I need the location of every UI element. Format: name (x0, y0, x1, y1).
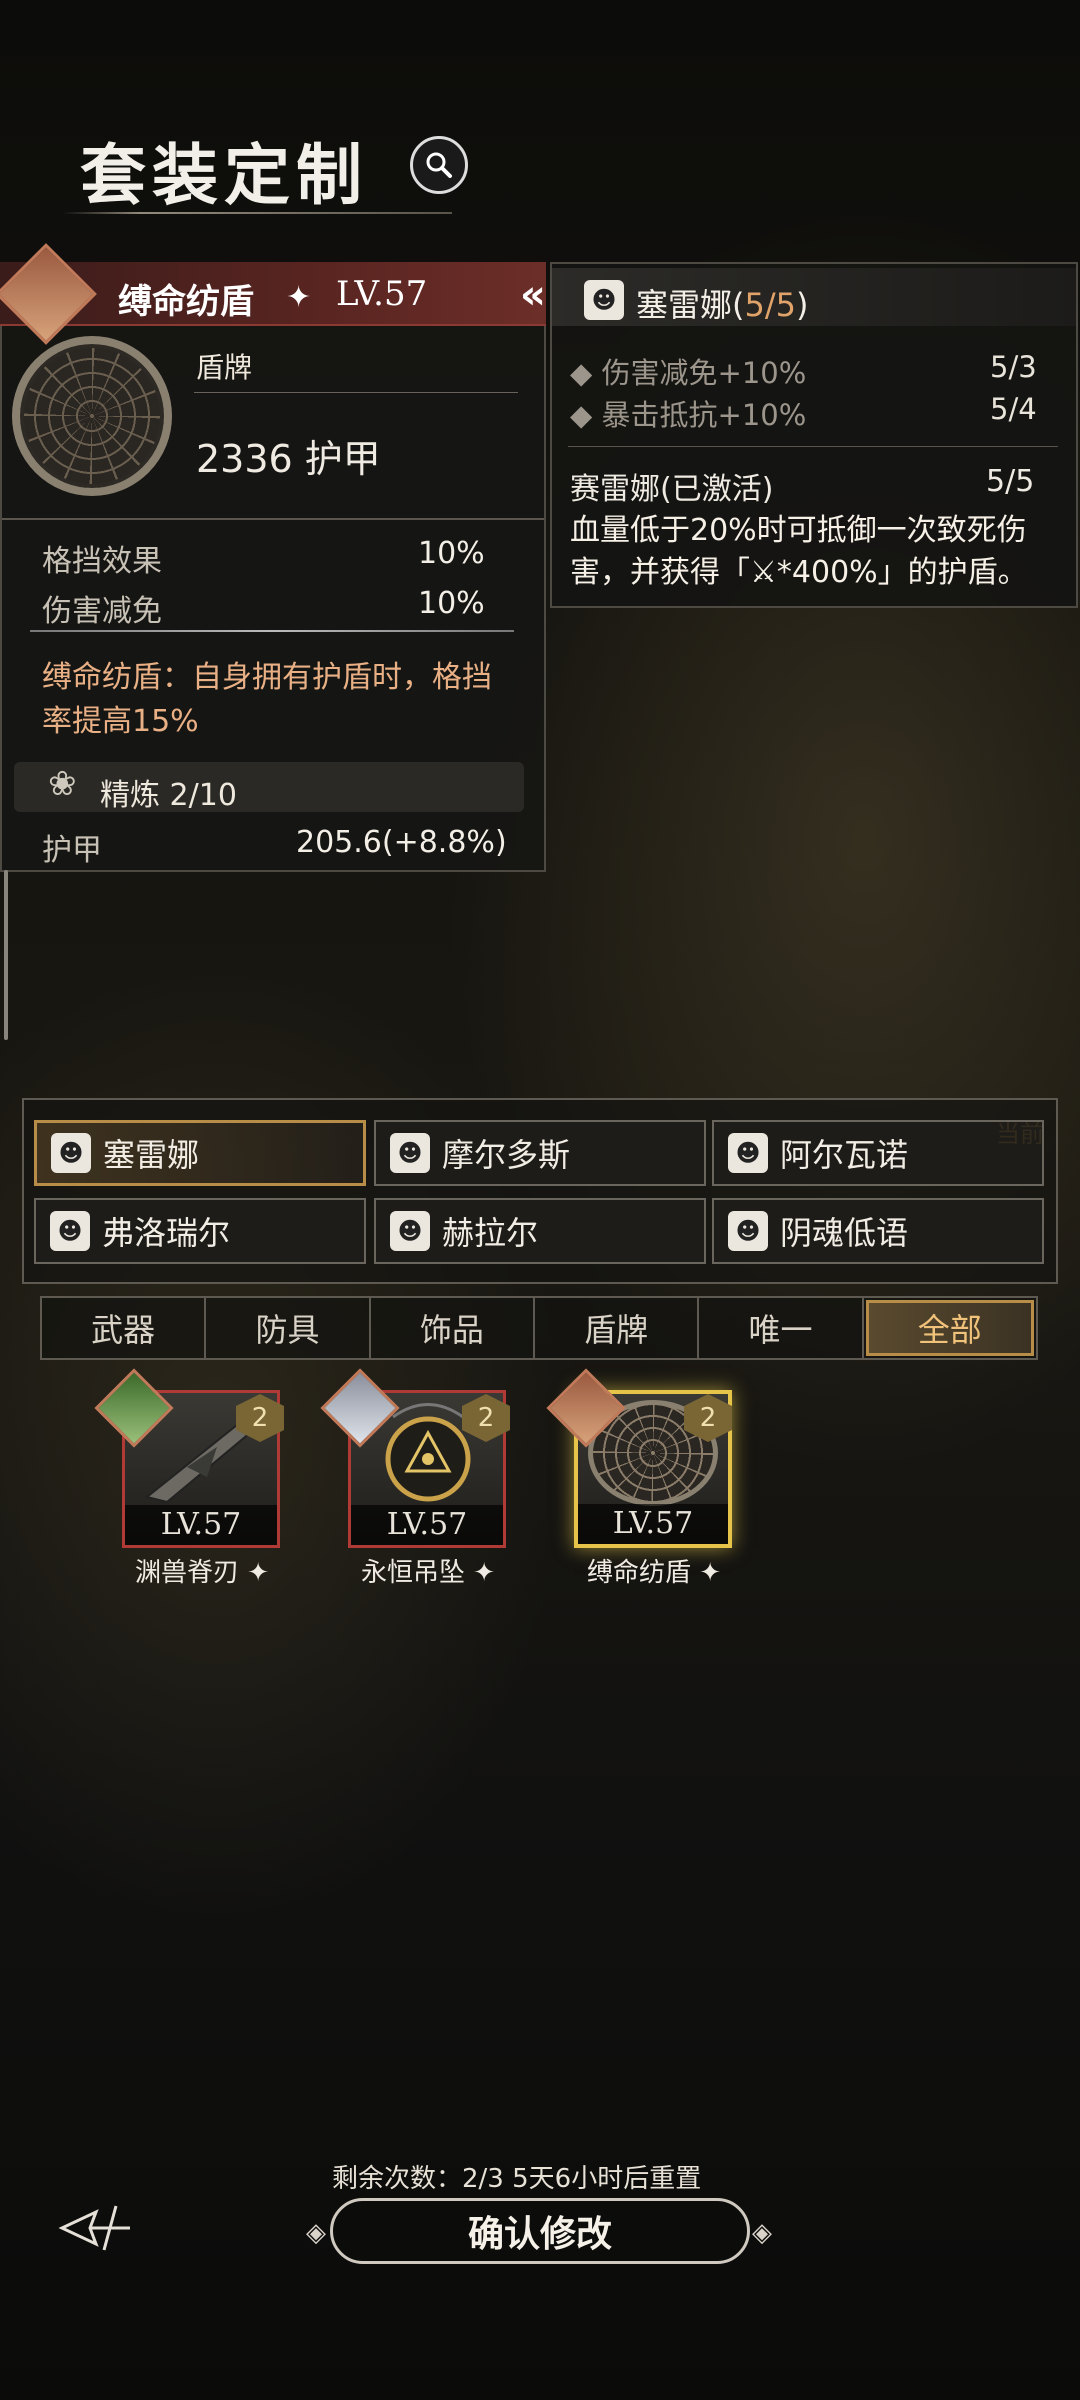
item-level: LV.57 (351, 1505, 503, 1545)
item-name: 缚命纺盾 (118, 282, 254, 322)
back-icon (58, 2205, 130, 2251)
set-count: 5/5 (744, 286, 797, 324)
stat-label: 伤害减免 (42, 594, 162, 629)
refine-armor-value: 205.6(+8.8%) (296, 825, 507, 860)
ornament-divider (30, 630, 514, 632)
set-bonus-label: ◆ 暴击抵抗+10% (570, 398, 807, 432)
tab-shield[interactable]: 盾牌 (535, 1298, 700, 1358)
refine-label: 精炼 2/10 (100, 778, 237, 813)
set-bonus-label: ◆ 伤害减免+10% (570, 356, 807, 390)
character-button-mordos[interactable]: ☻ 摩尔多斯 (374, 1120, 706, 1186)
mask-icon: ☻ (51, 1133, 91, 1173)
item-level: LV.57 (125, 1505, 277, 1545)
type-divider (194, 392, 518, 393)
remaining-attempts: 剩余次数：2/3 5天6小时后重置 (332, 2164, 702, 2194)
set-divider (568, 446, 1058, 447)
tab-unique[interactable]: 唯一 (699, 1298, 864, 1358)
character-label: 弗洛瑞尔 (102, 1214, 231, 1252)
item-level: LV.57 (336, 274, 428, 314)
stat-value: 10% (418, 586, 485, 621)
search-button[interactable] (410, 136, 468, 194)
page-title: 套装定制 (80, 136, 368, 214)
set-active-label: 赛雷娜(已激活) (570, 472, 774, 507)
refine-icon: ❀ (48, 764, 77, 804)
mask-icon: ☻ (728, 1211, 768, 1251)
set-title: 塞雷娜(5/5) (636, 280, 808, 326)
confirm-button[interactable]: 确认修改 (330, 2198, 750, 2264)
character-label: 塞雷娜 (103, 1136, 200, 1174)
panel-divider (2, 518, 544, 520)
set-bonus-value: 5/3 (990, 350, 1037, 384)
item-name: 渊兽脊刃 ✦ (134, 1558, 270, 1588)
mask-icon: ☻ (728, 1133, 768, 1173)
stat-value: 10% (418, 536, 485, 571)
set-name: 塞雷娜( (636, 286, 745, 324)
mask-icon: ☻ (390, 1211, 430, 1251)
search-icon (426, 152, 452, 178)
armor-value: 2336 护甲 (196, 437, 381, 481)
star-icon: ✦ (286, 280, 312, 315)
tab-all[interactable]: 全部 (865, 1300, 1034, 1356)
item-level: LV.57 (578, 1504, 728, 1544)
mask-icon: ☻ (50, 1211, 90, 1251)
character-button-whisper[interactable]: ☻ 阴魂低语 (712, 1198, 1044, 1264)
character-button-floriel[interactable]: ☻ 弗洛瑞尔 (34, 1198, 366, 1264)
refine-armor-label: 护甲 (42, 833, 102, 868)
item-name: 缚命纺盾 ✦ (586, 1558, 722, 1588)
item-passive-desc: 缚命纺盾：自身拥有护盾时，格挡率提高15% (42, 660, 492, 739)
stat-label: 格挡效果 (42, 544, 162, 579)
character-label: 赫拉尔 (442, 1214, 539, 1252)
character-button-heral[interactable]: ☻ 赫拉尔 (374, 1198, 706, 1264)
item-type: 盾牌 (196, 351, 253, 384)
set-active-value: 5/5 (986, 464, 1035, 499)
mask-icon: ☻ (584, 280, 624, 320)
mask-icon: ☻ (390, 1133, 430, 1173)
confirm-right-ornament: ◈ (752, 2218, 772, 2248)
category-tabs: 武器 防具 饰品 盾牌 唯一 全部 (40, 1296, 1038, 1360)
set-header (552, 268, 1076, 326)
tab-accessory[interactable]: 饰品 (371, 1298, 535, 1358)
title-underline (62, 212, 452, 214)
back-button[interactable] (56, 2198, 136, 2258)
scrollbar[interactable] (4, 870, 8, 1040)
character-label: 摩尔多斯 (442, 1136, 571, 1174)
tab-armor[interactable]: 防具 (206, 1298, 371, 1358)
character-label: 阴魂低语 (780, 1214, 909, 1252)
set-active-desc: 血量低于20%时可抵御一次致死伤害，并获得「⚔*400%」的护盾。 (570, 513, 1028, 590)
tab-weapon[interactable]: 武器 (42, 1298, 207, 1358)
item-name: 永恒吊坠 ✦ (360, 1558, 496, 1588)
set-bonus-value: 5/4 (990, 392, 1037, 426)
character-button-alvano[interactable]: ☻ 阿尔瓦诺 (712, 1120, 1044, 1186)
refine-bar (14, 762, 524, 812)
shield-icon (12, 336, 172, 496)
confirm-left-ornament: ◈ (306, 2218, 326, 2248)
character-button-serena[interactable]: ☻ 塞雷娜 (34, 1120, 366, 1186)
collapse-chevron-icon[interactable]: « (520, 272, 546, 318)
character-label: 阿尔瓦诺 (780, 1136, 909, 1174)
set-close: ) (796, 286, 809, 324)
